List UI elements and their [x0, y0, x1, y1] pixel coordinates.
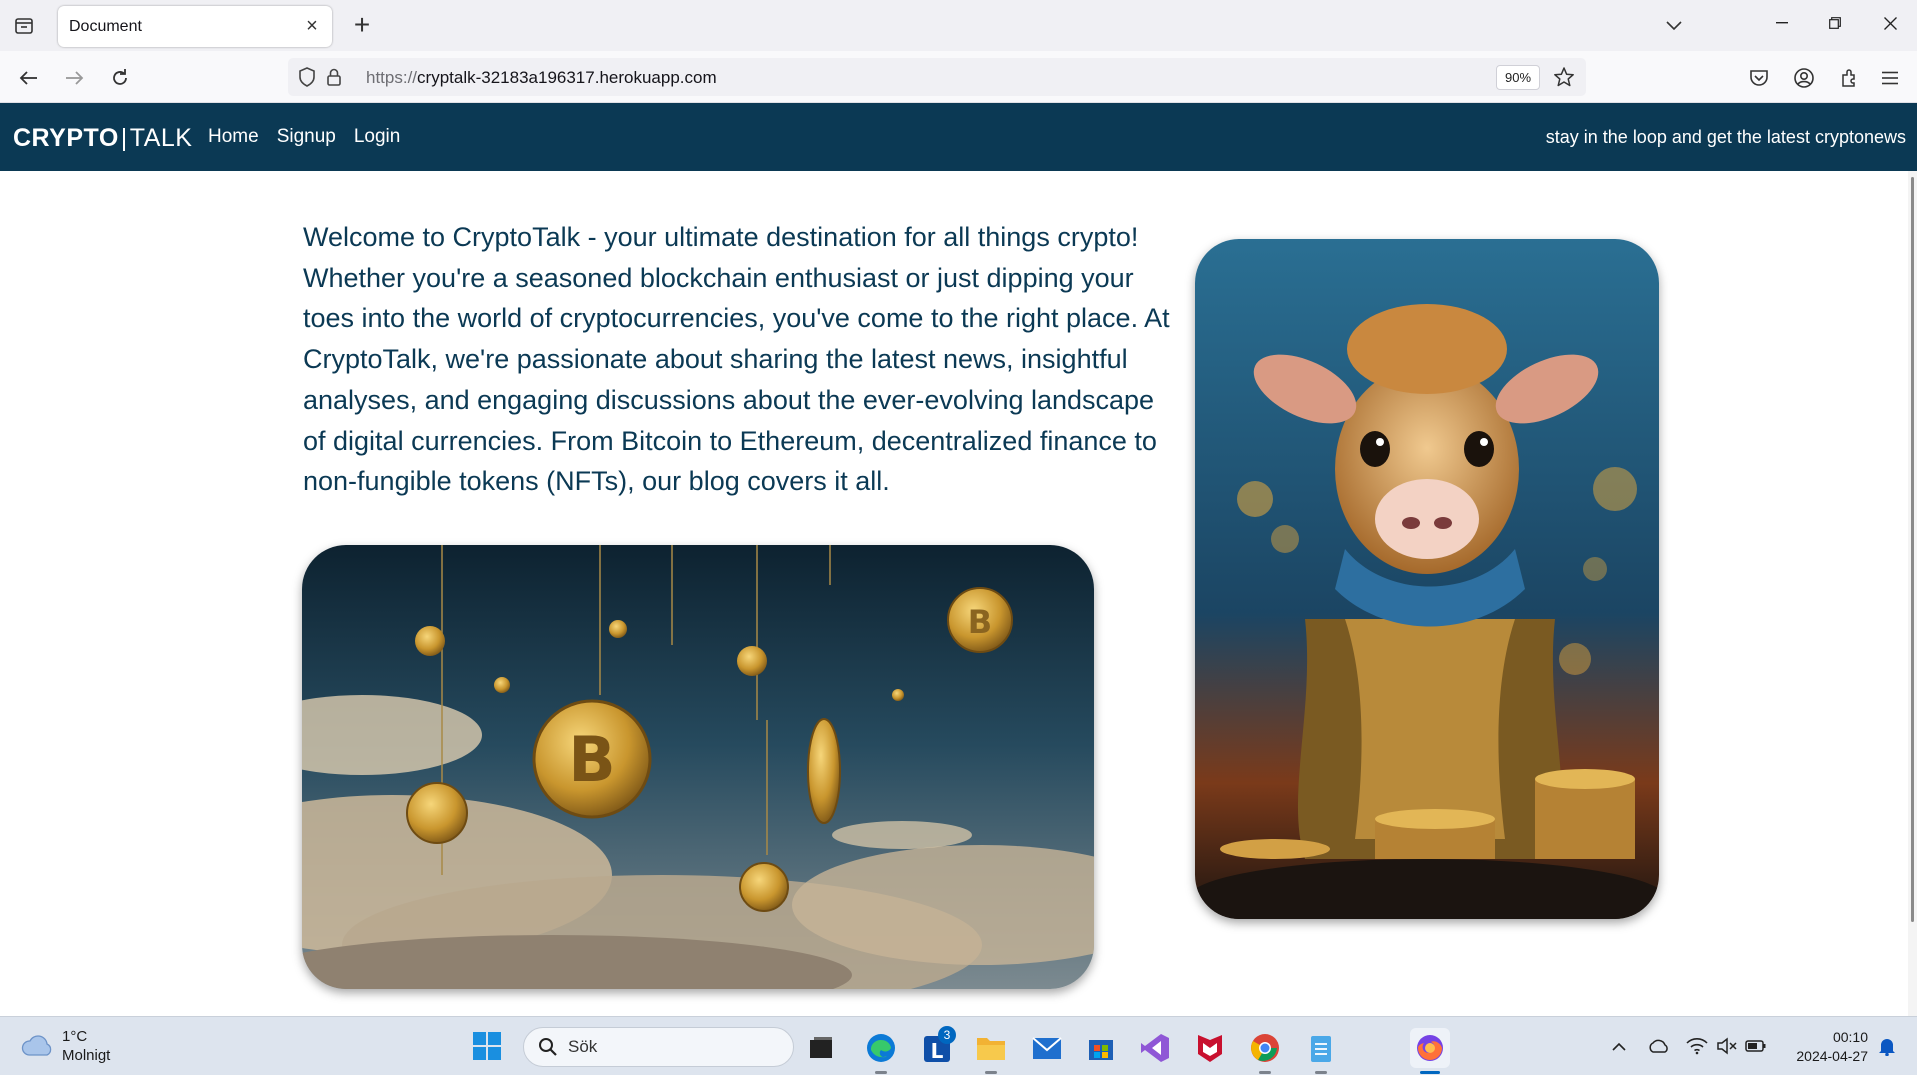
zoom-level-badge[interactable]: 90%	[1496, 65, 1540, 90]
restore-icon[interactable]	[1807, 0, 1863, 46]
calf-illustration-image	[1195, 239, 1659, 919]
pocket-icon[interactable]	[1742, 61, 1776, 95]
chevron-down-icon[interactable]	[1658, 10, 1690, 42]
minimize-icon[interactable]	[1754, 0, 1810, 46]
lync-badge: 3	[938, 1026, 956, 1044]
svg-text:B: B	[968, 603, 992, 641]
nav-login-link[interactable]: Login	[354, 126, 401, 148]
chevron-up-icon[interactable]	[1606, 1033, 1632, 1059]
svg-text:B: B	[568, 723, 615, 796]
reload-icon[interactable]	[103, 61, 137, 95]
battery-icon[interactable]	[1743, 1033, 1769, 1059]
taskbar-search[interactable]: Sök	[523, 1027, 794, 1067]
wifi-icon[interactable]	[1684, 1033, 1710, 1059]
chrome-app-icon[interactable]	[1245, 1028, 1285, 1074]
nav-home-link[interactable]: Home	[208, 126, 259, 148]
weather-temp: 1°C	[62, 1028, 88, 1045]
nav-signup-link[interactable]: Signup	[277, 126, 336, 148]
folder-app-icon[interactable]	[971, 1028, 1011, 1074]
tab-list-icon[interactable]	[8, 10, 40, 42]
tab-title: Document	[69, 17, 142, 35]
intro-paragraph: Welcome to CryptoTalk - your ultimate de…	[303, 222, 1170, 497]
site-header: CRYPTO|TALK Home Signup Login stay in th…	[0, 103, 1917, 171]
browser-nav-bar: https://cryptalk-32183a196317.herokuapp.…	[0, 51, 1917, 103]
notification-bell-icon[interactable]	[1874, 1033, 1900, 1059]
header-tagline: stay in the loop and get the latest cryp…	[1545, 127, 1906, 147]
bitcoin-coins-image: B B	[302, 545, 1094, 989]
site-logo[interactable]: CRYPTO|TALK	[13, 124, 192, 153]
taskbar-clock[interactable]: 00:10 2024-04-27	[1784, 1028, 1868, 1066]
notepad-app-icon[interactable]	[1301, 1028, 1341, 1074]
new-tab-icon[interactable]: +	[346, 9, 378, 41]
onedrive-icon[interactable]	[1646, 1033, 1672, 1059]
weather-condition: Molnigt	[62, 1047, 111, 1064]
bookmark-star-icon[interactable]	[1551, 64, 1577, 90]
lync-app-icon[interactable]: L 3	[918, 1026, 958, 1068]
taskview-app-icon[interactable]	[801, 1028, 841, 1068]
os-taskbar: 1°C Molnigt Sök L 3 00:10 2024-04-27	[0, 1016, 1917, 1075]
visual-studio-app-icon[interactable]	[1135, 1028, 1175, 1068]
url-bar[interactable]: https://cryptalk-32183a196317.herokuapp.…	[288, 58, 1586, 96]
store-app-icon[interactable]	[1081, 1028, 1121, 1068]
extensions-icon[interactable]	[1832, 61, 1866, 95]
weather-widget[interactable]: 1°C Molnigt	[20, 1027, 110, 1065]
browser-tab[interactable]: Document ×	[58, 6, 332, 47]
site-nav: Home Signup Login	[208, 126, 400, 148]
page-content: Welcome to CryptoTalk - your ultimate de…	[0, 171, 1917, 1016]
lock-icon[interactable]	[323, 66, 345, 88]
clock-time: 00:10	[1832, 1029, 1868, 1045]
forward-icon[interactable]	[57, 61, 91, 95]
clock-date: 2024-04-27	[1796, 1048, 1868, 1064]
volume-muted-icon[interactable]	[1714, 1033, 1740, 1059]
mail-app-icon[interactable]	[1027, 1028, 1067, 1068]
edge-app-icon[interactable]	[861, 1028, 901, 1074]
close-window-icon[interactable]	[1862, 0, 1917, 46]
menu-icon[interactable]	[1873, 61, 1907, 95]
back-icon[interactable]	[12, 61, 46, 95]
cloud-icon	[21, 1035, 52, 1056]
account-icon[interactable]	[1787, 61, 1821, 95]
mcafee-app-icon[interactable]	[1190, 1028, 1230, 1068]
scrollbar-thumb[interactable]	[1911, 177, 1914, 922]
search-icon	[539, 1038, 557, 1056]
windows-start-icon[interactable]	[472, 1031, 506, 1065]
page-scrollbar[interactable]	[1908, 171, 1917, 1016]
shield-icon[interactable]	[296, 66, 318, 88]
close-tab-icon[interactable]: ×	[300, 14, 324, 38]
browser-tab-bar: Document × +	[0, 0, 1917, 51]
firefox-app-icon[interactable]	[1410, 1028, 1450, 1074]
search-placeholder: Sök	[568, 1037, 598, 1056]
url-text[interactable]: https://cryptalk-32183a196317.herokuapp.…	[366, 68, 717, 88]
